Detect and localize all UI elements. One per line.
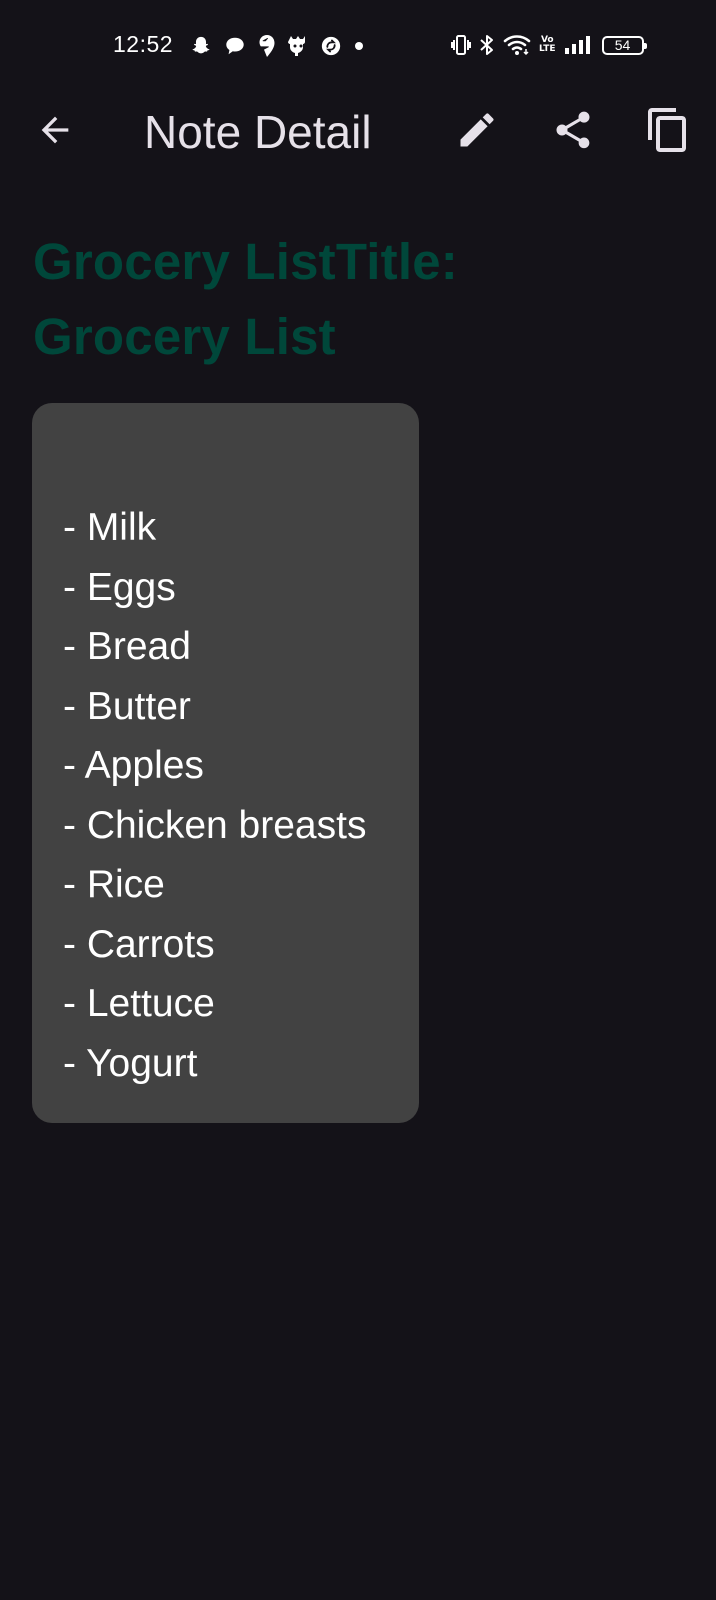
note-title-prefix: Grocery List bbox=[33, 233, 336, 290]
list-item: - Lettuce bbox=[63, 982, 215, 1025]
wifi-icon bbox=[503, 34, 531, 56]
list-item: - Bread bbox=[63, 625, 191, 668]
back-arrow-icon bbox=[35, 110, 75, 155]
system-icons: Vo LTE 54 bbox=[451, 32, 647, 58]
notification-icons bbox=[190, 33, 364, 59]
status-time: 12:52 bbox=[113, 31, 174, 57]
chat-bubble-icon bbox=[224, 35, 246, 57]
notification-app-icon bbox=[288, 34, 308, 58]
copy-button[interactable] bbox=[640, 104, 696, 160]
list-item: - Milk bbox=[63, 506, 157, 549]
edit-button[interactable] bbox=[449, 104, 505, 160]
share-icon bbox=[551, 108, 595, 157]
app-bar: Note Detail bbox=[0, 92, 716, 172]
more-dot-icon bbox=[354, 41, 364, 51]
bluetooth-icon bbox=[479, 34, 495, 56]
signal-icon bbox=[564, 35, 594, 55]
copy-icon bbox=[644, 106, 692, 159]
page-title: Note Detail bbox=[144, 106, 372, 158]
sync-app-icon bbox=[320, 35, 342, 57]
battery-icon: 54 bbox=[601, 35, 647, 55]
list-item: - Apples bbox=[63, 744, 204, 787]
share-button[interactable] bbox=[545, 104, 601, 160]
volte-bottom-label: LTE bbox=[539, 44, 556, 54]
status-bar: 12:52 Vo LTE 54 bbox=[0, 0, 716, 92]
back-button[interactable] bbox=[27, 104, 83, 160]
list-item: - Butter bbox=[63, 684, 191, 728]
note-title: Grocery ListTitle: Grocery List bbox=[33, 224, 553, 374]
vibrate-icon bbox=[451, 34, 471, 56]
snapchat-icon bbox=[190, 35, 212, 57]
edit-pencil-icon bbox=[455, 108, 499, 157]
swiggy-icon bbox=[258, 34, 276, 58]
list-item: - Rice bbox=[63, 863, 165, 906]
volte-icon: Vo LTE bbox=[539, 36, 556, 54]
note-content-card: - Milk - Eggs - Bread - Butter - Apples … bbox=[32, 403, 419, 1123]
list-item: - Chicken breasts bbox=[63, 803, 367, 847]
list-item: - Carrots bbox=[63, 922, 215, 966]
list-item: - Eggs bbox=[63, 565, 176, 609]
list-item: - Yogurt bbox=[63, 1041, 198, 1085]
